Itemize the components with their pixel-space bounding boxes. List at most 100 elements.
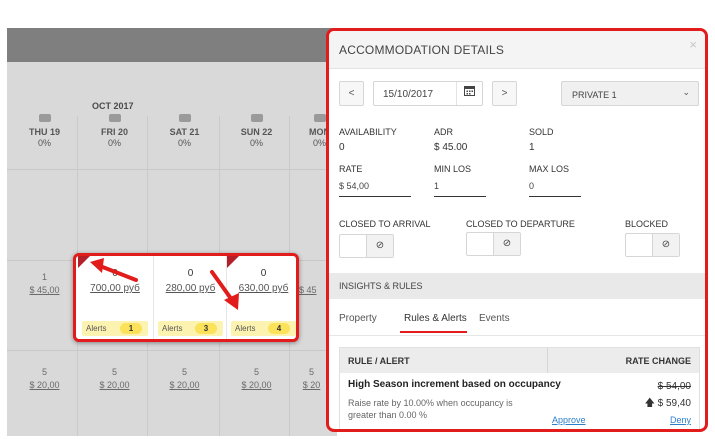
alerts-count: 1 — [120, 323, 142, 334]
date-field[interactable]: 15/10/2017 — [373, 81, 483, 106]
chevron-down-icon: ⌄ — [682, 87, 690, 97]
cell-price[interactable]: $ 20,00 — [241, 380, 271, 390]
alerts-label: Alerts — [162, 324, 183, 333]
column-divider — [547, 348, 548, 373]
rule-description: Raise rate by 10.00% when occupancy is g… — [348, 398, 513, 420]
toggle-off-icon: ⊘ — [493, 233, 520, 255]
cell-occupancy: 5 — [111, 367, 117, 377]
alerts-label: Alerts — [86, 324, 107, 333]
adr-value: $ 45.00 — [434, 142, 468, 153]
availability-label: AVAILABILITY — [339, 127, 397, 137]
rate-change-column-header: RATE CHANGE — [625, 356, 691, 366]
close-icon[interactable]: × — [689, 37, 697, 52]
tab-rules-alerts[interactable]: Rules & Alerts — [404, 313, 467, 324]
calendar-cell[interactable]: 1 $ 45,00 — [7, 271, 82, 297]
arrow-up-icon: 🡅 — [644, 398, 658, 409]
cell-occupancy: 5 — [181, 367, 187, 377]
day-badge-icon — [313, 114, 326, 122]
cell-price[interactable]: $ 20,00 — [29, 380, 59, 390]
calendar-icon[interactable] — [456, 82, 482, 105]
blocked-label: BLOCKED — [625, 219, 669, 229]
alerts-badge[interactable]: Alerts 1 — [82, 321, 148, 336]
day-badge-icon — [38, 114, 51, 122]
day-header[interactable]: FRI 20 0% — [77, 114, 152, 149]
day-name: SAT 21 — [169, 127, 200, 137]
panel-header: ACCOMMODATION DETAILS × — [329, 31, 705, 69]
day-occupancy: 0% — [37, 138, 51, 148]
old-rate: $ 54,00 — [657, 381, 691, 392]
toggle-off-icon: ⊘ — [366, 235, 393, 257]
tab-events[interactable]: Events — [479, 313, 510, 324]
calendar-cell[interactable]: 5 $ 20,00 — [147, 366, 222, 392]
day-occupancy: 0% — [249, 138, 263, 148]
cell-occupancy: 5 — [41, 367, 47, 377]
day-badge-icon — [108, 114, 121, 122]
calendar-month: OCT 2017 — [92, 101, 134, 111]
calendar-cell[interactable]: 5 $ 20,00 — [219, 366, 294, 392]
insights-title: INSIGHTS & RULES — [339, 281, 423, 291]
calendar-grid: OCT 2017 THU 19 0% FRI 20 0% SAT 21 0% S… — [7, 28, 337, 436]
alerts-badge[interactable]: Alerts 4 — [231, 321, 296, 336]
max-los-field[interactable]: 0 — [529, 175, 581, 197]
panel-title: ACCOMMODATION DETAILS — [339, 43, 505, 57]
day-header[interactable]: THU 19 0% — [7, 114, 82, 149]
cell-price[interactable]: $ 20,00 — [99, 380, 129, 390]
annotation-arrow-icon — [210, 270, 239, 310]
sold-value: 1 — [529, 142, 535, 153]
closed-to-departure-label: CLOSED TO DEPARTURE — [466, 219, 575, 229]
screen: OCT 2017 THU 19 0% FRI 20 0% SAT 21 0% S… — [0, 0, 715, 439]
rules-table: RULE / ALERT RATE CHANGE High Season inc… — [339, 347, 700, 429]
cell-price[interactable]: $ 20,00 — [169, 380, 199, 390]
rule-name: High Season increment based on occupancy — [348, 379, 561, 390]
room-select[interactable]: PRIVATE 1 ⌄ — [561, 81, 699, 106]
cell-occupancy: 5 — [308, 367, 314, 377]
rate-field[interactable]: $ 54,00 — [339, 175, 411, 197]
cell-occupancy: 5 — [253, 367, 259, 377]
day-occupancy: 0% — [177, 138, 191, 148]
alerts-badge[interactable]: Alerts 3 — [158, 321, 223, 336]
calendar-cell[interactable]: 5 $ 20,00 — [77, 366, 152, 392]
new-rate: 🡅 $ 59,40 — [645, 396, 691, 413]
rule-column-header: RULE / ALERT — [348, 356, 410, 366]
tabs-divider — [329, 335, 705, 336]
day-occupancy: 0% — [107, 138, 121, 148]
row-divider — [7, 169, 337, 170]
insights-section-header: INSIGHTS & RULES — [329, 273, 705, 299]
day-name: THU 19 — [28, 127, 60, 137]
approve-link[interactable]: Approve — [552, 415, 586, 425]
closed-to-arrival-toggle[interactable]: ⊘ — [339, 234, 394, 258]
active-tab-indicator — [400, 331, 467, 333]
tab-property[interactable]: Property — [339, 313, 377, 324]
closed-to-arrival-label: CLOSED TO ARRIVAL — [339, 219, 431, 229]
alerts-label: Alerts — [235, 324, 256, 333]
closed-to-departure-toggle[interactable]: ⊘ — [466, 232, 521, 256]
adr-label: ADR — [434, 127, 454, 137]
min-los-field[interactable]: 1 — [434, 175, 486, 197]
cell-occupancy: 1 — [41, 272, 47, 282]
rate-label: RATE — [339, 164, 363, 174]
alerts-count: 3 — [195, 323, 217, 334]
cell-price[interactable]: $ 45,00 — [29, 285, 59, 295]
blocked-toggle[interactable]: ⊘ — [625, 233, 680, 257]
cell-price[interactable]: $ 20 — [303, 380, 321, 390]
deny-link[interactable]: Deny — [670, 415, 691, 425]
date-value: 15/10/2017 — [383, 89, 434, 100]
availability-value: 0 — [339, 142, 345, 153]
calendar-cell[interactable]: 5 $ 20,00 — [7, 366, 82, 392]
annotation-arrow-icon — [90, 258, 138, 282]
next-date-button[interactable]: > — [492, 81, 517, 106]
day-badge-icon — [178, 114, 191, 122]
cell-price[interactable]: $ 45 — [299, 285, 317, 295]
accommodation-details-panel: ACCOMMODATION DETAILS × < 15/10/2017 > P… — [326, 28, 708, 432]
row-divider — [7, 350, 337, 351]
toggle-off-icon: ⊘ — [652, 234, 679, 256]
alerts-count: 4 — [268, 323, 290, 334]
rules-table-header: RULE / ALERT RATE CHANGE — [340, 348, 699, 373]
day-occupancy: 0% — [312, 138, 326, 148]
min-los-label: MIN LOS — [434, 164, 472, 174]
sold-label: SOLD — [529, 127, 554, 137]
day-name: FRI 20 — [100, 127, 128, 137]
day-header[interactable]: SAT 21 0% — [147, 114, 222, 149]
previous-date-button[interactable]: < — [339, 81, 364, 106]
max-los-label: MAX LOS — [529, 164, 570, 174]
